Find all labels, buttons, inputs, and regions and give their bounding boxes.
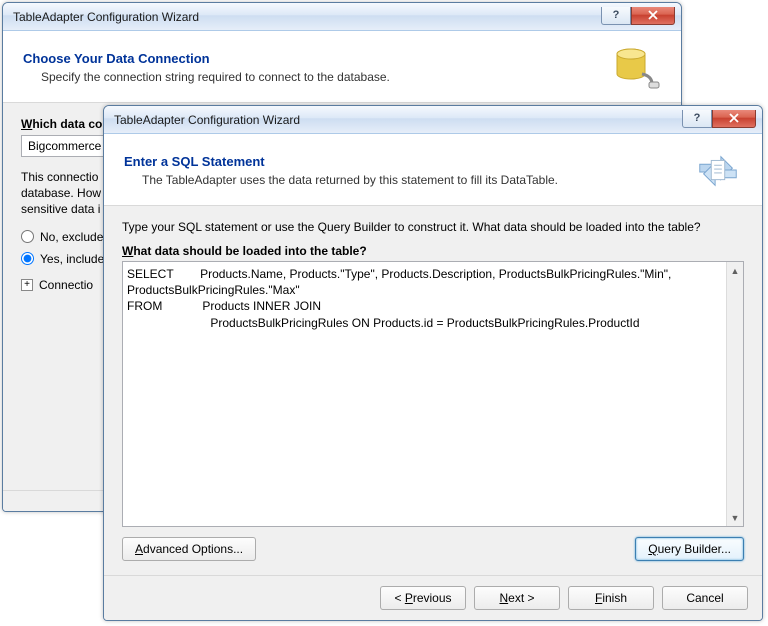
options-row: Advanced Options... Query Builder...	[122, 537, 744, 561]
back-title: TableAdapter Configuration Wizard	[13, 10, 601, 24]
sql-label: What data should be loaded into the tabl…	[122, 244, 744, 258]
scroll-down-icon[interactable]: ▼	[729, 511, 742, 524]
scroll-up-icon[interactable]: ▲	[729, 264, 742, 277]
back-titlebar[interactable]: TableAdapter Configuration Wizard ?	[3, 3, 681, 31]
front-instruction: Type your SQL statement or use the Query…	[122, 220, 744, 234]
help-button[interactable]: ?	[682, 110, 712, 128]
front-window-controls: ?	[682, 112, 756, 128]
back-header: Choose Your Data Connection Specify the …	[3, 31, 681, 103]
front-dialog: TableAdapter Configuration Wizard ? Ente…	[103, 105, 763, 621]
back-window-controls: ?	[601, 9, 675, 25]
arrows-icon	[694, 147, 742, 195]
radio-no-input[interactable]	[21, 230, 34, 243]
help-button[interactable]: ?	[601, 7, 631, 25]
expander-label: Connectio	[39, 278, 93, 292]
radio-yes-input[interactable]	[21, 252, 34, 265]
sql-textarea-wrap: ▲ ▼	[122, 261, 744, 527]
previous-button[interactable]: < Previous	[380, 586, 466, 610]
connection-value: Bigcommerce	[28, 139, 101, 153]
front-header: Enter a SQL Statement The TableAdapter u…	[104, 134, 762, 206]
plus-icon: +	[21, 279, 33, 291]
front-title: TableAdapter Configuration Wizard	[114, 113, 682, 127]
finish-button[interactable]: Finish	[568, 586, 654, 610]
back-header-sub: Specify the connection string required t…	[23, 70, 390, 84]
sql-textarea[interactable]	[123, 262, 726, 526]
scrollbar[interactable]: ▲ ▼	[726, 262, 743, 526]
next-button[interactable]: Next >	[474, 586, 560, 610]
radio-yes-label: Yes, include	[40, 252, 104, 266]
front-footer: < Previous Next > Finish Cancel	[104, 575, 762, 620]
query-builder-button[interactable]: Query Builder...	[635, 537, 744, 561]
front-header-title: Enter a SQL Statement	[124, 154, 558, 169]
cancel-button[interactable]: Cancel	[662, 586, 748, 610]
advanced-options-button[interactable]: Advanced Options...	[122, 537, 256, 561]
front-header-sub: The TableAdapter uses the data returned …	[124, 173, 558, 187]
radio-no-label: No, exclude	[40, 230, 103, 244]
close-button[interactable]	[631, 7, 675, 25]
close-button[interactable]	[712, 110, 756, 128]
back-header-title: Choose Your Data Connection	[23, 51, 390, 66]
front-body: Type your SQL statement or use the Query…	[104, 206, 762, 575]
database-icon	[613, 44, 661, 92]
front-titlebar[interactable]: TableAdapter Configuration Wizard ?	[104, 106, 762, 134]
